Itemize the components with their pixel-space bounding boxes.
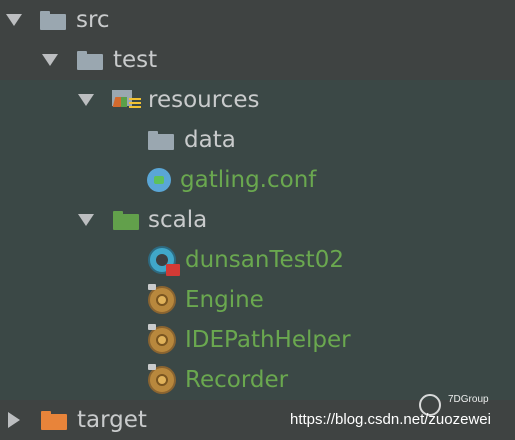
tree-node-scala[interactable]: scala [0,200,515,240]
scala-object-error-icon [148,246,180,276]
watermark-url: https://blog.csdn.net/zuozewei [290,410,491,428]
tree-node-label: target [77,407,147,433]
tree-node-label: test [113,47,158,73]
tree-node-src[interactable]: src [0,0,515,40]
tree-node-label: gatling.conf [180,167,317,193]
tree-node-label: src [76,7,110,33]
tree-node-engine[interactable]: Engine [0,280,515,320]
tree-node-dunsantest02[interactable]: dunsanTest02 [0,240,515,280]
watermark: https://blog.csdn.net/zuozewei 7DGroup [290,394,491,434]
folder-icon [148,131,174,150]
tree-node-label: IDEPathHelper [185,327,351,353]
watermark-tag: 7DGroup [448,394,489,405]
chevron-down-icon[interactable] [42,54,58,66]
chevron-down-icon[interactable] [78,214,94,226]
tree-node-data[interactable]: data [0,120,515,160]
chevron-right-icon[interactable] [8,412,20,428]
tree-node-gatling-conf[interactable]: gatling.conf [0,160,515,200]
project-tree: src test resources data gatling.conf sca… [0,0,515,440]
tree-node-label: scala [148,207,208,233]
tree-node-test[interactable]: test [0,40,515,80]
folder-icon [40,11,66,30]
tree-node-label: Recorder [185,367,289,393]
scala-class-icon [148,324,176,354]
wechat-logo-icon [419,394,441,416]
tree-node-label: Engine [185,287,264,313]
source-folder-icon [113,211,139,230]
scala-class-icon [148,364,176,394]
tree-node-idepathhelper[interactable]: IDEPathHelper [0,320,515,360]
chevron-down-icon[interactable] [78,94,94,106]
tree-node-resources[interactable]: resources [0,80,515,120]
resources-folder-icon [112,88,142,112]
config-file-icon [147,168,171,192]
tree-node-label: resources [148,87,260,113]
tree-node-label: data [184,127,236,153]
scala-class-icon [148,284,176,314]
chevron-down-icon[interactable] [6,14,22,26]
excluded-folder-icon [41,411,67,430]
folder-icon [77,51,103,70]
tree-node-recorder[interactable]: Recorder [0,360,515,400]
tree-node-label: dunsanTest02 [185,247,344,273]
